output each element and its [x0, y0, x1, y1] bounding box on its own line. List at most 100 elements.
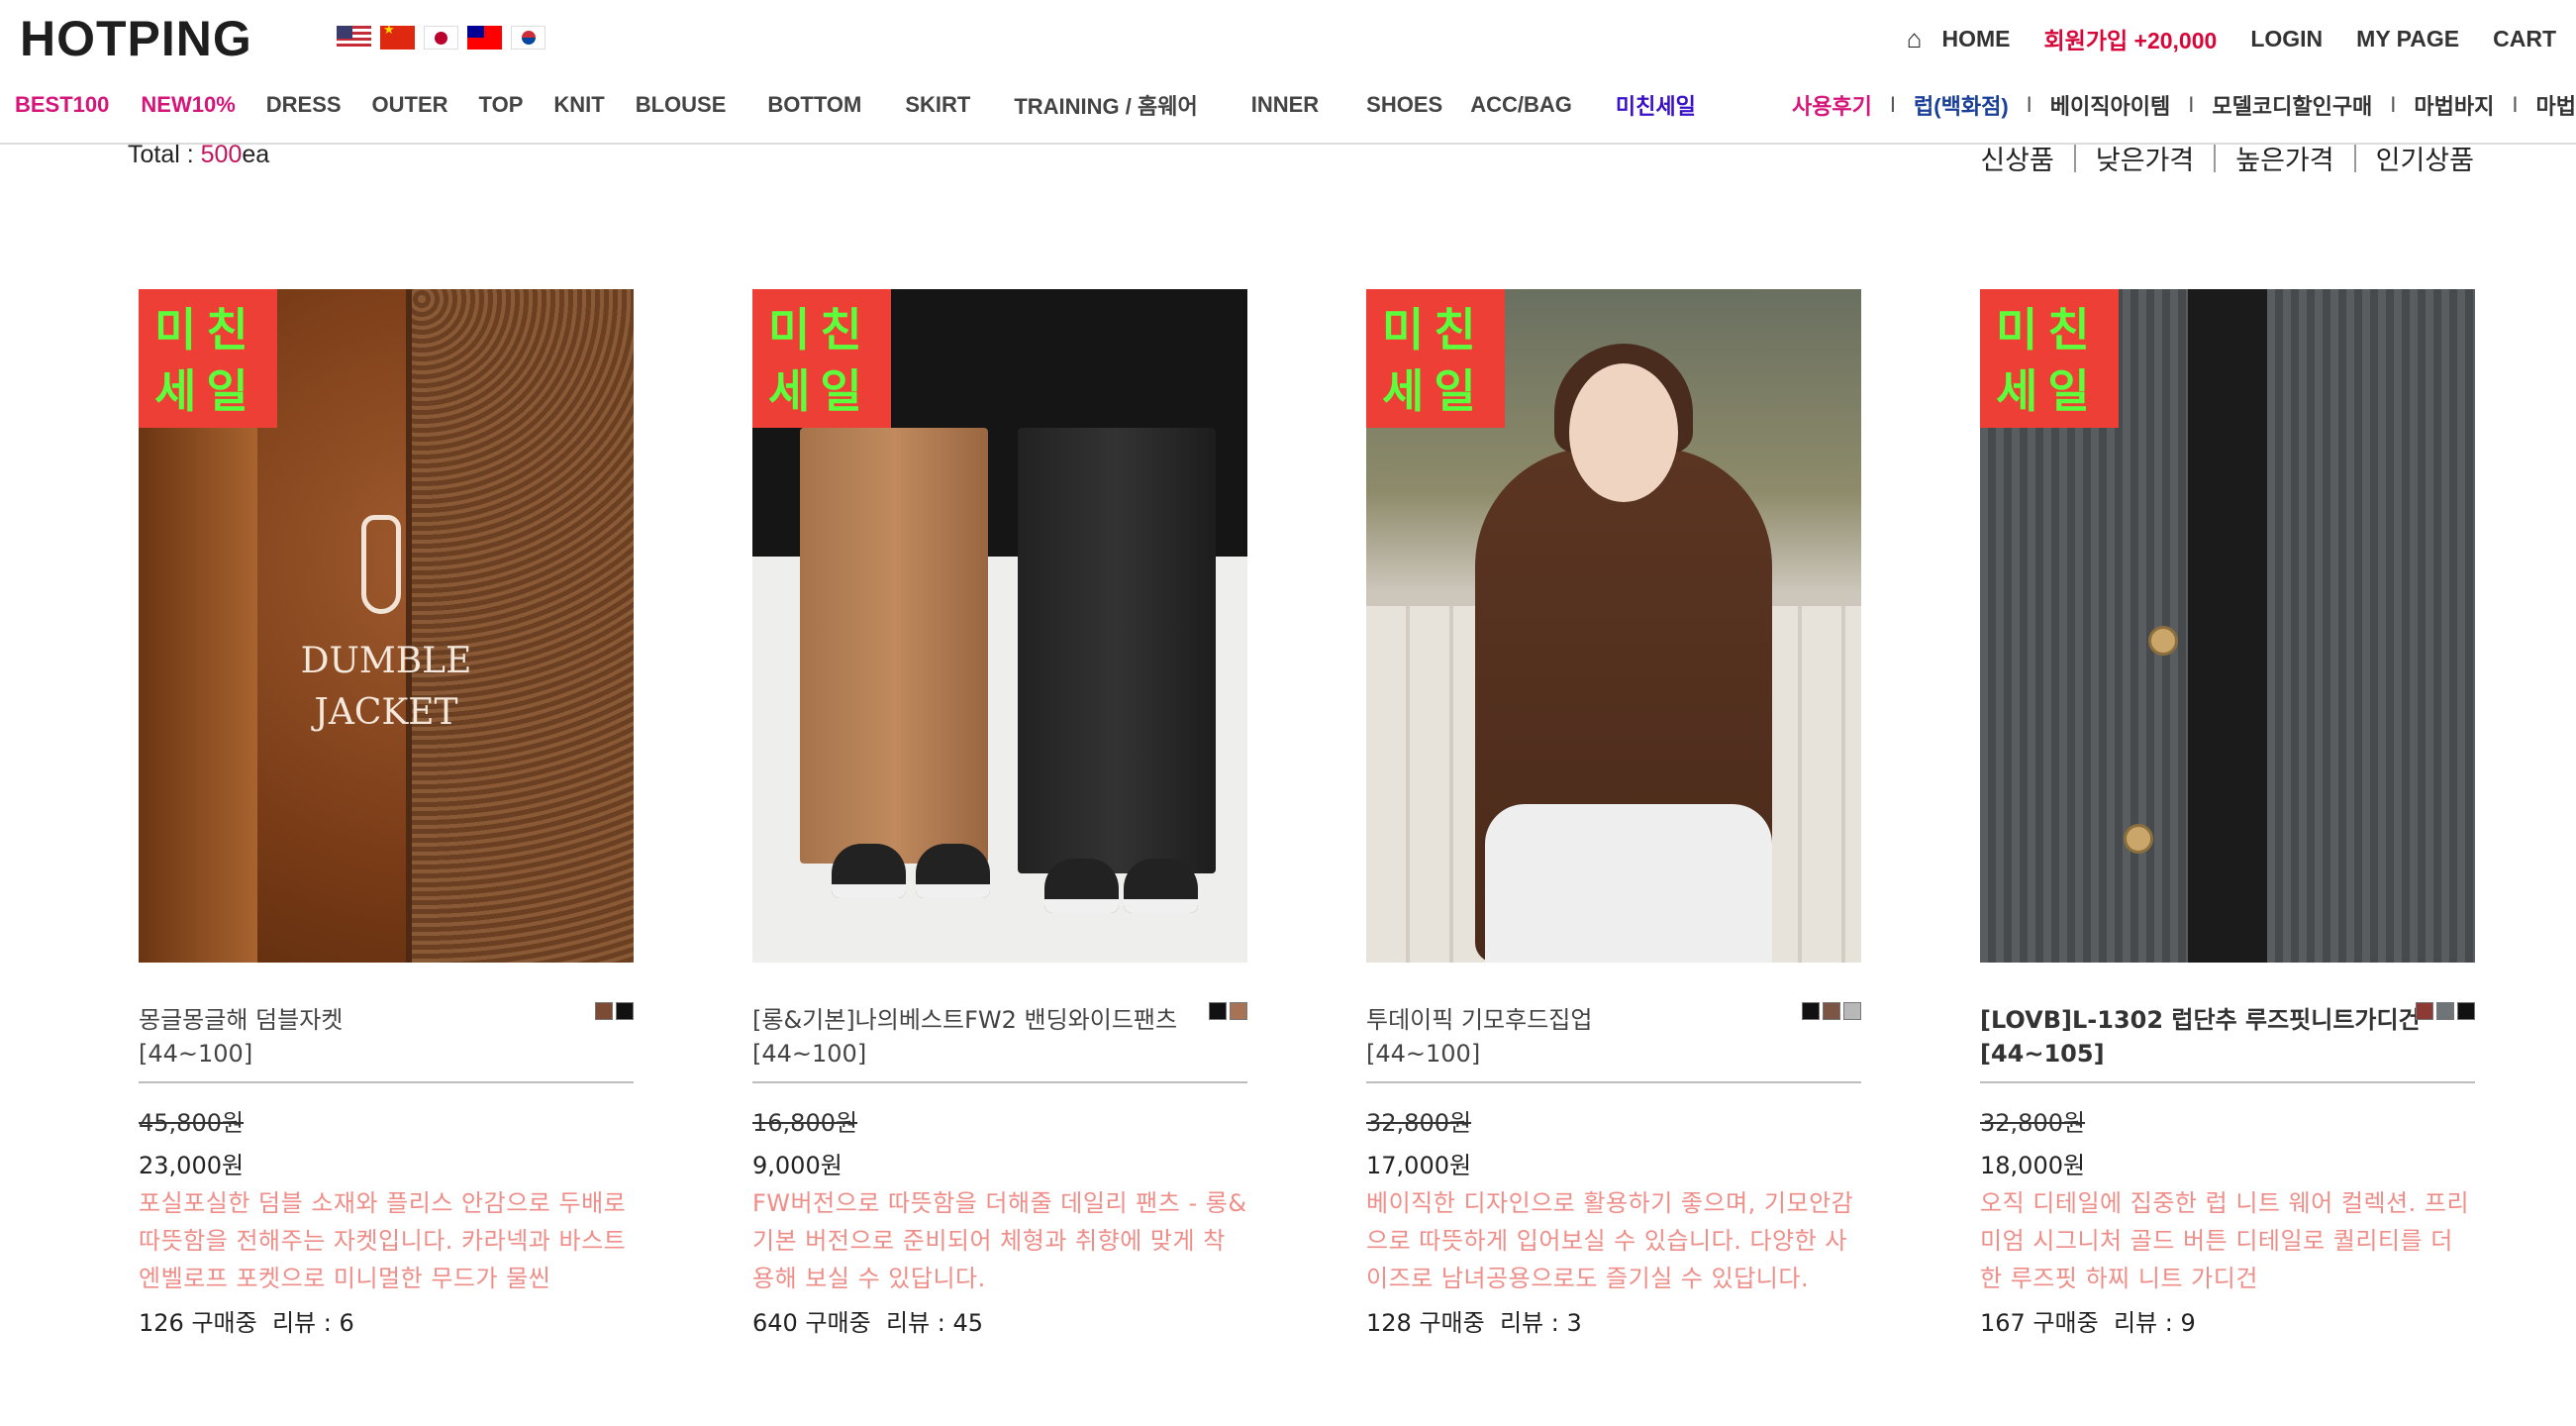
- product-name[interactable]: [LOVB]L-1302 럽단추 루즈핏니트가디건: [1980, 1000, 2475, 1035]
- product-card[interactable]: 미친세일 투데이픽 기모후드집업 [44~100] 32,800원 17,000…: [1366, 289, 1861, 1338]
- divider: [2353, 144, 2356, 172]
- image-shoe: [916, 844, 990, 898]
- category-skirt[interactable]: SKIRT: [905, 92, 970, 118]
- us-flag-icon[interactable]: [337, 26, 371, 50]
- original-price: 32,800원: [1980, 1109, 2086, 1137]
- sale-badge: 미친세일: [1366, 289, 1505, 428]
- mypage-link[interactable]: MY PAGE: [2356, 26, 2459, 52]
- color-swatch: [595, 1002, 613, 1020]
- category-best100[interactable]: BEST100: [15, 92, 109, 118]
- product-size: [44~100]: [752, 1040, 867, 1068]
- image-pant-brown: [800, 428, 988, 864]
- subnav-model-coordi[interactable]: 모델코디할인구매: [2212, 89, 2372, 121]
- product-info: [LOVB]L-1302 럽단추 루즈핏니트가디건 [44~105] 32,80…: [1980, 963, 2475, 1338]
- subnav-magic-more[interactable]: 마법: [2536, 89, 2576, 121]
- sort-popular[interactable]: 인기상품: [2376, 139, 2474, 177]
- review-count: 리뷰 : 6: [271, 1309, 354, 1337]
- buyers-count: 640 구매중: [752, 1309, 871, 1337]
- sub-nav: 사용후기 I 럽(백화점) I 베이직아이템 I 모델코디할인구매 I 마법바지…: [1792, 89, 2576, 121]
- product-image[interactable]: 미친세일: [1980, 289, 2475, 963]
- review-count: 리뷰 : 9: [2113, 1309, 2196, 1337]
- korea-flag-icon[interactable]: [511, 26, 545, 50]
- color-swatches: [1209, 1002, 1247, 1020]
- subnav-lovb[interactable]: 럽(백화점): [1914, 89, 2009, 121]
- divider: [1980, 1081, 2475, 1083]
- original-price: 45,800원: [139, 1109, 245, 1137]
- home-icon[interactable]: ⌂: [1907, 24, 1923, 54]
- separator: I: [2188, 92, 2195, 117]
- site-logo[interactable]: HOTPING: [20, 10, 252, 67]
- product-image[interactable]: DUMBLE JACKET 미친세일: [139, 289, 634, 963]
- japan-flag-icon[interactable]: [424, 26, 458, 50]
- product-stats: 640 구매중 리뷰 : 45: [752, 1303, 1247, 1338]
- sale-badge: 미친세일: [1980, 289, 2119, 428]
- color-swatch: [616, 1002, 634, 1020]
- product-name[interactable]: [롱&기본]나의베스트FW2 밴딩와이드팬츠: [752, 1000, 1247, 1035]
- review-count: 리뷰 : 45: [885, 1309, 983, 1337]
- image-shoe: [1044, 859, 1119, 913]
- category-blouse[interactable]: BLOUSE: [636, 92, 727, 118]
- product-card[interactable]: 미친세일 [롱&기본]나의베스트FW2 밴딩와이드팬츠 [44~100] 16,…: [752, 289, 1247, 1338]
- divider: [139, 1081, 634, 1083]
- site-header: HOTPING ⌂ HOME 회원가입 +20,000 LOGIN MY PAG…: [0, 0, 2576, 145]
- china-flag-icon[interactable]: [380, 26, 415, 50]
- image-inner: [2188, 289, 2267, 963]
- product-size: [44~105]: [1980, 1040, 2105, 1068]
- color-swatches: [2416, 1002, 2475, 1020]
- category-shoes[interactable]: SHOES: [1366, 92, 1442, 118]
- category-accbag[interactable]: ACC/BAG: [1470, 92, 1572, 118]
- image-pants: [1485, 804, 1772, 963]
- product-card[interactable]: 미친세일 [LOVB]L-1302 럽단추 루즈핏니트가디건 [44~105] …: [1980, 289, 2475, 1338]
- home-link[interactable]: HOME: [1942, 26, 2011, 52]
- product-name[interactable]: 투데이픽 기모후드집업: [1366, 1000, 1861, 1035]
- divider: [1366, 1081, 1861, 1083]
- product-name-row: 몽글몽글해 덤블자켓: [139, 1000, 634, 1040]
- category-inner[interactable]: INNER: [1251, 92, 1319, 118]
- separator: I: [2026, 92, 2032, 117]
- join-link[interactable]: 회원가입 +20,000: [2044, 22, 2218, 55]
- category-knit[interactable]: KNIT: [553, 92, 604, 118]
- image-button: [2148, 626, 2178, 656]
- separator: I: [1889, 92, 1897, 117]
- image-face: [1569, 363, 1678, 502]
- color-swatch: [2416, 1002, 2433, 1020]
- image-caption-line1: DUMBLE: [300, 641, 472, 681]
- total-count: Total : 500ea: [128, 141, 269, 169]
- taiwan-flag-icon[interactable]: [467, 26, 502, 50]
- original-price: 32,800원: [1366, 1109, 1472, 1137]
- original-price: 16,800원: [752, 1109, 858, 1137]
- sort-newest[interactable]: 신상품: [1980, 139, 2054, 177]
- category-top[interactable]: TOP: [479, 92, 524, 118]
- category-bottom[interactable]: BOTTOM: [767, 92, 861, 118]
- divider: [752, 1081, 1247, 1083]
- divider: [2073, 144, 2076, 172]
- image-shoe: [1124, 859, 1198, 913]
- category-outer[interactable]: OUTER: [372, 92, 448, 118]
- sort-high-price[interactable]: 높은가격: [2235, 139, 2333, 177]
- color-swatch: [2457, 1002, 2475, 1020]
- cart-link[interactable]: CART: [2493, 26, 2556, 52]
- category-nav: BEST100 NEW10% DRESS OUTER TOP KNIT BLOU…: [15, 89, 1696, 121]
- product-size: [44~100]: [139, 1040, 253, 1068]
- color-swatches: [595, 1002, 634, 1020]
- sort-low-price[interactable]: 낮은가격: [2096, 139, 2194, 177]
- language-flags: [337, 26, 545, 50]
- image-pant-black: [1018, 428, 1216, 873]
- category-crazy-sale[interactable]: 미친세일: [1616, 89, 1696, 121]
- subnav-reviews[interactable]: 사용후기: [1792, 89, 1872, 121]
- product-name[interactable]: 몽글몽글해 덤블자켓: [139, 1000, 634, 1035]
- category-new10[interactable]: NEW10%: [141, 92, 235, 118]
- sale-price: 23,000원: [139, 1152, 245, 1179]
- category-dress[interactable]: DRESS: [266, 92, 342, 118]
- login-link[interactable]: LOGIN: [2250, 26, 2323, 52]
- separator: I: [2512, 92, 2519, 117]
- category-training[interactable]: TRAINING / 홈웨어: [1014, 89, 1197, 121]
- product-name-row: [LOVB]L-1302 럽단추 루즈핏니트가디건: [1980, 1000, 2475, 1040]
- product-image[interactable]: 미친세일: [752, 289, 1247, 963]
- product-card[interactable]: DUMBLE JACKET 미친세일 몽글몽글해 덤블자켓 [44~100] 4…: [139, 289, 634, 1338]
- product-image[interactable]: 미친세일: [1366, 289, 1861, 963]
- buyers-count: 128 구매중: [1366, 1309, 1485, 1337]
- subnav-basic[interactable]: 베이직아이템: [2050, 89, 2170, 121]
- subnav-magic-pants[interactable]: 마법바지: [2414, 89, 2494, 121]
- sort-options: 신상품 낮은가격 높은가격 인기상품: [1980, 139, 2474, 177]
